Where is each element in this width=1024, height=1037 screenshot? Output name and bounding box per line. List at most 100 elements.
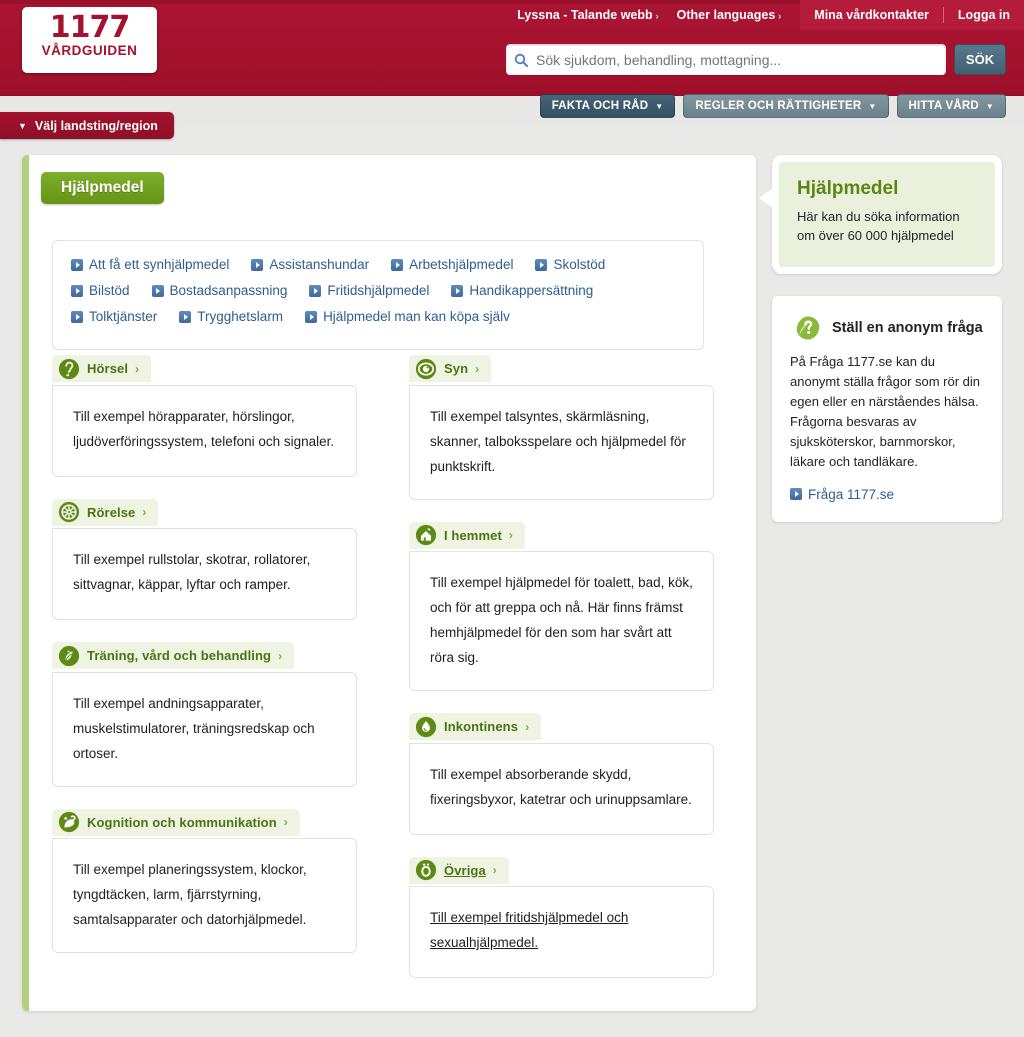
- category-card-syn: Syn › Till exempel talsyntes, skärmläsni…: [409, 355, 714, 500]
- category-title: Syn: [444, 361, 469, 376]
- category-title: I hemmet: [444, 527, 502, 543]
- category-body: Till exempel hjälpmedel för toalett, bad…: [409, 551, 714, 691]
- category-column-right: Syn › Till exempel talsyntes, skärmläsni…: [409, 355, 714, 1000]
- category-tab-i-hemmet[interactable]: I hemmet ›: [409, 521, 525, 549]
- search-row: SÖK: [506, 44, 1006, 75]
- quick-link[interactable]: Att få ett synhjälpmedel: [71, 257, 229, 272]
- site-logo[interactable]: 1177 VÅRDGUIDEN: [22, 7, 157, 73]
- nav-button-hitta-vard[interactable]: HITTA VÅRD ▼: [896, 94, 1006, 118]
- utility-nav: Lyssna - Talande webb › Other languages › …: [508, 0, 1024, 30]
- category-tab-horsel[interactable]: Hörsel ›: [52, 355, 152, 382]
- page-title-tab: Hjälpmedel: [41, 172, 164, 204]
- chevron-down-icon: ▼: [868, 101, 877, 111]
- utility-link-mina-vardkontakter[interactable]: Mina vårdkontakter: [800, 0, 943, 30]
- category-body: Till exempel andningsapparater, muskelst…: [52, 671, 357, 787]
- quick-link[interactable]: Trygghetslarm: [179, 309, 283, 324]
- category-tab-traning-vard-och-behandling[interactable]: Träning, vård och behandling ›: [52, 642, 295, 669]
- category-body: Till exempel talsyntes, skärmläsning, sk…: [409, 384, 714, 500]
- category-title: Övriga: [444, 862, 486, 878]
- category-tab-ovriga[interactable]: Övriga ›: [409, 856, 509, 884]
- category-body: Till exempel rullstolar, skotrar, rollat…: [52, 528, 357, 620]
- quick-link[interactable]: Hjälpmedel man kan köpa själv: [305, 309, 510, 324]
- chevron-right-icon: ›: [475, 361, 480, 376]
- category-card-rorelse: Rörelse › Till exempel rullstolar, skotr…: [52, 498, 357, 620]
- quick-link[interactable]: Arbetshjälpmedel: [391, 257, 513, 272]
- arrow-bullet-icon: [71, 310, 83, 323]
- quick-link[interactable]: Fritidshjälpmedel: [309, 283, 429, 298]
- chevron-right-icon: ›: [283, 815, 288, 829]
- leaf-icon: [58, 645, 80, 666]
- logo-number: 1177: [49, 10, 131, 45]
- category-body[interactable]: Till exempel fritidshjälpmedel och sexua…: [409, 886, 714, 978]
- chevron-right-icon: ›: [778, 10, 782, 21]
- chevron-right-icon: ›: [525, 719, 530, 734]
- quick-link-label: Arbetshjälpmedel: [409, 257, 514, 272]
- category-tab-rorelse[interactable]: Rörelse ›: [52, 498, 159, 526]
- quick-links-list: Att få ett synhjälpmedel Assistanshundar…: [71, 257, 685, 335]
- ask-question-link-label: Fråga 1177.se: [808, 486, 895, 502]
- nav-button-hitta-vard-label: HITTA VÅRD: [908, 100, 979, 112]
- droplet-icon: [415, 716, 437, 737]
- category-card-i-hemmet: I hemmet › Till exempel hjälpmedel för t…: [409, 521, 714, 691]
- ask-question-title: Ställ en anonym fråga: [832, 320, 983, 336]
- oe-letter-icon: [415, 859, 437, 881]
- quick-link[interactable]: Assistanshundar: [251, 257, 369, 272]
- category-column-left: Hörsel › Till exempel hörapparater, hörs…: [52, 355, 357, 975]
- category-tab-syn[interactable]: Syn ›: [409, 355, 492, 382]
- house-icon: [415, 524, 437, 546]
- head-thought-icon: [58, 811, 80, 833]
- quick-link-label: Assistanshundar: [269, 257, 370, 272]
- ask-question-header: Ställ en anonym fråga: [790, 314, 984, 342]
- category-card-kognition-och-kommunikation: Kognition och kommunikation › Till exemp…: [52, 808, 357, 953]
- nav-button-regler-och-rattigheter-label: REGLER OCH RÄTTIGHETER: [695, 100, 862, 112]
- utility-link-logga-in[interactable]: Logga in: [944, 0, 1024, 30]
- quick-link-label: Bostadsanpassning: [169, 283, 288, 298]
- nav-button-fakta-och-rad[interactable]: FAKTA OCH RÅD ▼: [539, 94, 676, 118]
- quick-link[interactable]: Handikappersättning: [451, 283, 593, 298]
- arrow-bullet-icon: [71, 258, 83, 271]
- question-leaf-icon: [796, 316, 820, 340]
- utility-link-other-languages-label: Other languages: [676, 7, 776, 22]
- category-card-ovriga: Övriga › Till exempel fritidshjälpmedel …: [409, 856, 714, 978]
- category-tab-kognition-och-kommunikation[interactable]: Kognition och kommunikation ›: [52, 808, 300, 836]
- search-box[interactable]: [506, 44, 946, 75]
- chevron-down-icon: ▼: [18, 120, 27, 131]
- ask-question-box: Ställ en anonym fråga På Fråga 1177.se k…: [772, 296, 1002, 522]
- utility-link-other-languages[interactable]: Other languages ›: [668, 0, 791, 31]
- chevron-right-icon: ›: [278, 648, 283, 663]
- nav-button-regler-och-rattigheter[interactable]: REGLER OCH RÄTTIGHETER ▼: [683, 94, 889, 118]
- arrow-bullet-icon: [535, 258, 548, 271]
- ask-question-link[interactable]: Fråga 1177.se: [790, 487, 894, 502]
- main-panel: Hjälpmedel Att få ett synhjälpmedel Assi…: [22, 155, 756, 1011]
- info-callout: Hjälpmedel Här kan du söka information o…: [759, 155, 1002, 274]
- chevron-right-icon: ›: [135, 361, 140, 376]
- quick-link[interactable]: Skolstöd: [535, 257, 605, 272]
- quick-link[interactable]: Bilstöd: [71, 283, 130, 298]
- category-card-inkontinens: Inkontinens › Till exempel absorberande …: [409, 713, 714, 835]
- quick-link-label: Bilstöd: [89, 283, 130, 298]
- chevron-right-icon: ›: [142, 505, 147, 519]
- chevron-down-icon: ▼: [985, 101, 994, 111]
- quick-link-label: Tolktjänster: [89, 309, 158, 324]
- arrow-bullet-icon: [309, 284, 322, 297]
- quick-link[interactable]: Bostadsanpassning: [151, 283, 288, 298]
- quick-link-label: Att få ett synhjälpmedel: [89, 257, 230, 272]
- quick-link-label: Fritidshjälpmedel: [327, 283, 430, 298]
- info-callout-title: Hjälpmedel: [797, 178, 899, 199]
- quick-link-label: Handikappersättning: [469, 283, 594, 298]
- quick-link[interactable]: Tolktjänster: [71, 309, 157, 324]
- ear-icon: [58, 358, 80, 379]
- region-selector-tab[interactable]: ▼ Välj landsting/region: [0, 112, 174, 139]
- utility-link-lyssna-label: Lyssna - Talande webb: [517, 7, 653, 22]
- quick-links-box: Att få ett synhjälpmedel Assistanshundar…: [52, 240, 704, 350]
- arrow-bullet-icon: [391, 258, 404, 271]
- content-canvas: Hjälpmedel Att få ett synhjälpmedel Assi…: [0, 125, 1024, 1037]
- category-body: Till exempel absorberande skydd, fixerin…: [409, 742, 714, 835]
- search-button[interactable]: SÖK: [954, 44, 1006, 75]
- search-input[interactable]: [534, 50, 938, 69]
- site-header: 1177 VÅRDGUIDEN Lyssna - Talande webb › O…: [0, 0, 1024, 118]
- quick-link-label: Skolstöd: [553, 257, 606, 272]
- utility-link-lyssna[interactable]: Lyssna - Talande webb ›: [508, 0, 667, 31]
- category-tab-inkontinens[interactable]: Inkontinens ›: [409, 713, 542, 740]
- category-card-traning-vard-och-behandling: Träning, vård och behandling › Till exem…: [52, 642, 357, 787]
